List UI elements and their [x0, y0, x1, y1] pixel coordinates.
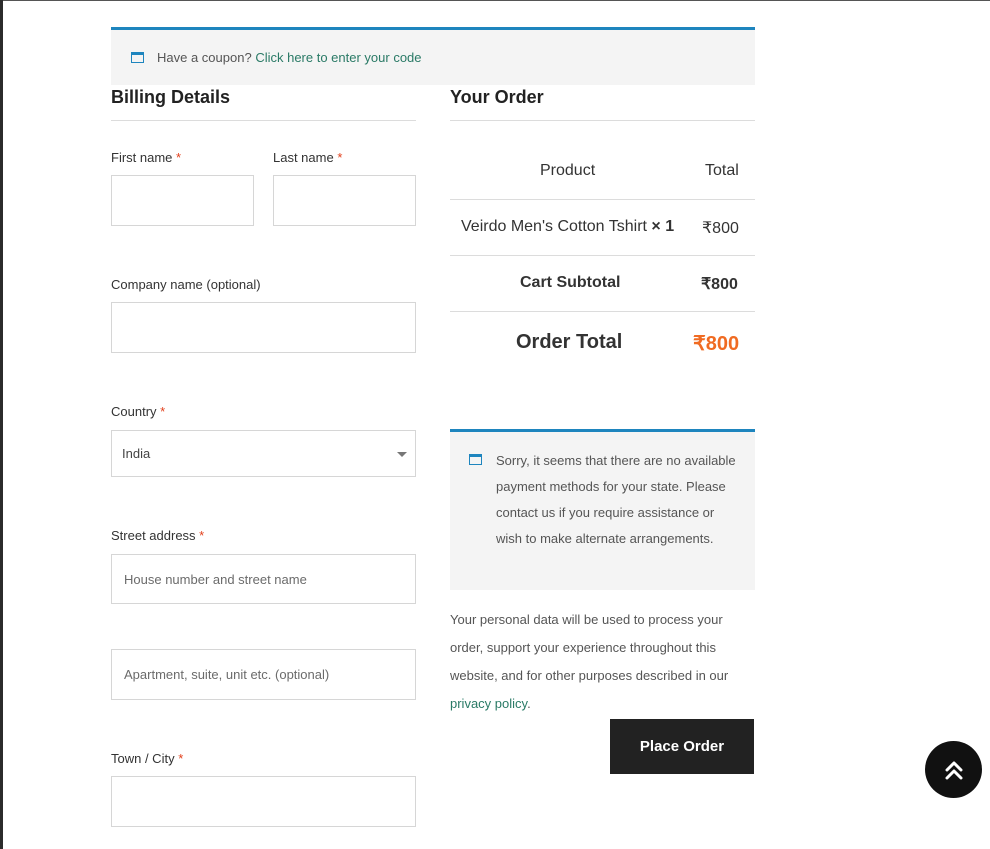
order-total-label: Order Total	[516, 331, 623, 353]
country-label-text: Country	[111, 404, 157, 419]
street-label-text: Street address	[111, 528, 196, 543]
payment-methods-notice: Sorry, it seems that there are no availa…	[450, 429, 755, 590]
order-row-divider	[450, 311, 755, 312]
privacy-text: Your personal data will be used to proce…	[450, 612, 729, 683]
street-label: Street address *	[111, 528, 204, 543]
double-chevron-up-icon	[945, 761, 962, 779]
order-title: Your Order	[450, 87, 544, 107]
first-name-label-text: First name	[111, 150, 173, 165]
cart-subtotal-value: ₹800	[701, 276, 738, 293]
company-field[interactable]	[111, 302, 416, 353]
window-edge	[0, 0, 3, 849]
country-select[interactable]: India	[111, 430, 416, 477]
first-name-field[interactable]	[111, 175, 254, 226]
coupon-notice: Have a coupon? Click here to enter your …	[111, 27, 755, 85]
first-name-label: First name *	[111, 150, 181, 165]
apartment-field[interactable]	[111, 649, 416, 700]
privacy-notice: Your personal data will be used to proce…	[450, 606, 755, 718]
required-marker: *	[178, 751, 184, 766]
city-label: Town / City *	[111, 751, 183, 766]
coupon-prompt: Have a coupon?	[157, 50, 252, 65]
company-label: Company name (optional)	[111, 277, 261, 292]
last-name-label-text: Last name	[273, 150, 334, 165]
order-title-divider	[450, 120, 755, 121]
privacy-end: .	[527, 696, 531, 711]
product-column-header: Product	[540, 162, 596, 179]
last-name-field[interactable]	[273, 175, 416, 226]
required-marker: *	[199, 528, 205, 543]
window-top-edge	[3, 0, 990, 1]
city-label-text: Town / City	[111, 751, 175, 766]
privacy-policy-link[interactable]: privacy policy	[450, 696, 527, 711]
order-item-name: Veirdo Men's Cotton Tshirt	[461, 218, 647, 235]
required-marker: *	[160, 404, 166, 419]
total-column-header: Total	[705, 162, 739, 179]
payment-notice-text: Sorry, it seems that there are no availa…	[496, 453, 736, 546]
order-row-divider	[450, 255, 755, 256]
order-row-divider	[450, 199, 755, 200]
order-item-total: ₹800	[702, 220, 739, 237]
billing-title: Billing Details	[111, 87, 231, 107]
scroll-to-top-button[interactable]	[925, 741, 982, 798]
country-value: India	[122, 446, 151, 461]
coupon-text: Have a coupon? Click here to enter your …	[157, 50, 422, 65]
coupon-link[interactable]: Click here to enter your code	[255, 50, 421, 65]
required-marker: *	[337, 150, 343, 165]
info-window-icon	[131, 52, 144, 63]
required-marker: *	[176, 150, 182, 165]
cart-subtotal-label: Cart Subtotal	[520, 274, 621, 291]
street-address-field[interactable]	[111, 554, 416, 604]
dropdown-arrow-icon	[397, 452, 407, 457]
billing-divider	[111, 120, 416, 121]
info-window-icon	[469, 454, 482, 465]
country-label: Country *	[111, 404, 165, 419]
place-order-button[interactable]: Place Order	[610, 719, 754, 774]
order-item-product: Veirdo Men's Cotton Tshirt × 1	[461, 218, 674, 236]
order-total-value: ₹800	[693, 333, 740, 355]
order-item-quantity: × 1	[651, 218, 675, 235]
city-field[interactable]	[111, 776, 416, 827]
last-name-label: Last name *	[273, 150, 342, 165]
